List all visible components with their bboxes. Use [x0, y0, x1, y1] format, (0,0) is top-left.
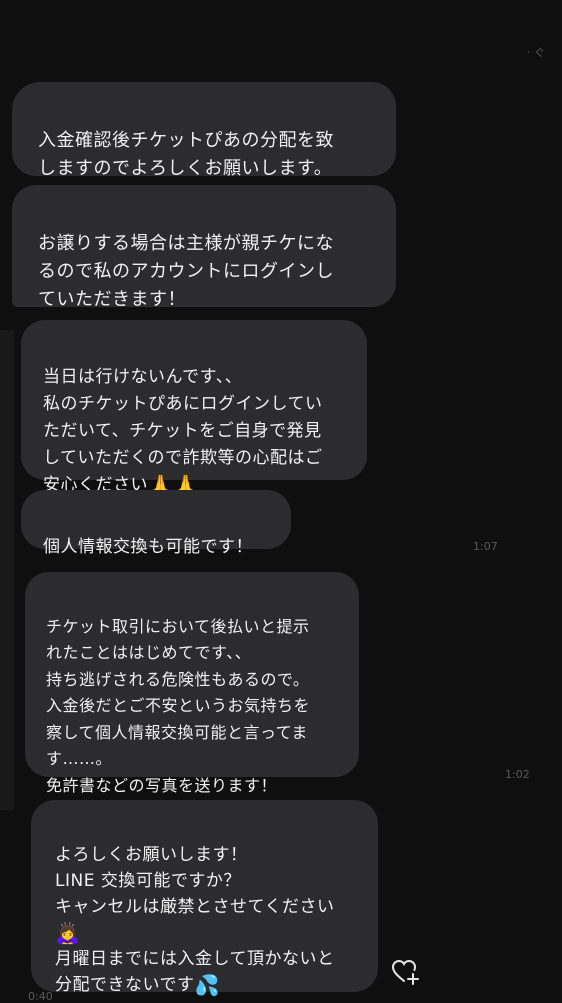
message-bubble[interactable]: 入金確認後チケットぴあの分配を致 しますのでよろしくお願いします。 — [12, 82, 396, 179]
sweat-droplets-emoji: 💦 — [194, 973, 220, 997]
message-bubble[interactable]: 当日は行けないんです、、 私のチケットぴあにログインしてい ただいて、チケットを… — [21, 320, 367, 495]
message-bubble[interactable]: よろしくお願いします！ LINE 交換可能ですか？ キャンセルは厳禁とさせてくだ… — [31, 800, 378, 997]
message-text: 個人情報交換も可能です！ — [43, 537, 253, 557]
timestamp: 1:02 — [505, 768, 530, 781]
timestamp: · ぐ — [527, 46, 545, 59]
message-bubble[interactable]: 個人情報交換も可能です！ — [21, 490, 291, 557]
message-text: 入金確認後チケットぴあの分配を致 しますのでよろしくお願いします。 — [38, 130, 334, 179]
message-text: チケット取引において後払いと提示 れたことははじめてです、、 持ち逃げされる危険… — [46, 616, 311, 795]
heart-plus-icon[interactable] — [390, 957, 420, 987]
timestamp: 0:40 — [28, 990, 53, 1003]
message-bubble[interactable]: お譲りする場合は主様が親チケにな るので私のアカウントにログインし ていただきま… — [12, 185, 396, 310]
incoming-panel-shadow — [0, 330, 14, 810]
timestamp: 1:07 — [473, 540, 498, 553]
bowing-person-emoji: 🙇‍♀️ — [55, 921, 81, 945]
message-text: よろしくお願いします！ LINE 交換可能ですか？ キャンセルは厳禁とさせてくだ… — [55, 845, 335, 917]
message-text: お譲りする場合は主様が親チケにな るので私のアカウントにログインし ていただきま… — [38, 233, 334, 310]
message-bubble[interactable]: チケット取引において後払いと提示 れたことははじめてです、、 持ち逃げされる危険… — [25, 572, 359, 795]
